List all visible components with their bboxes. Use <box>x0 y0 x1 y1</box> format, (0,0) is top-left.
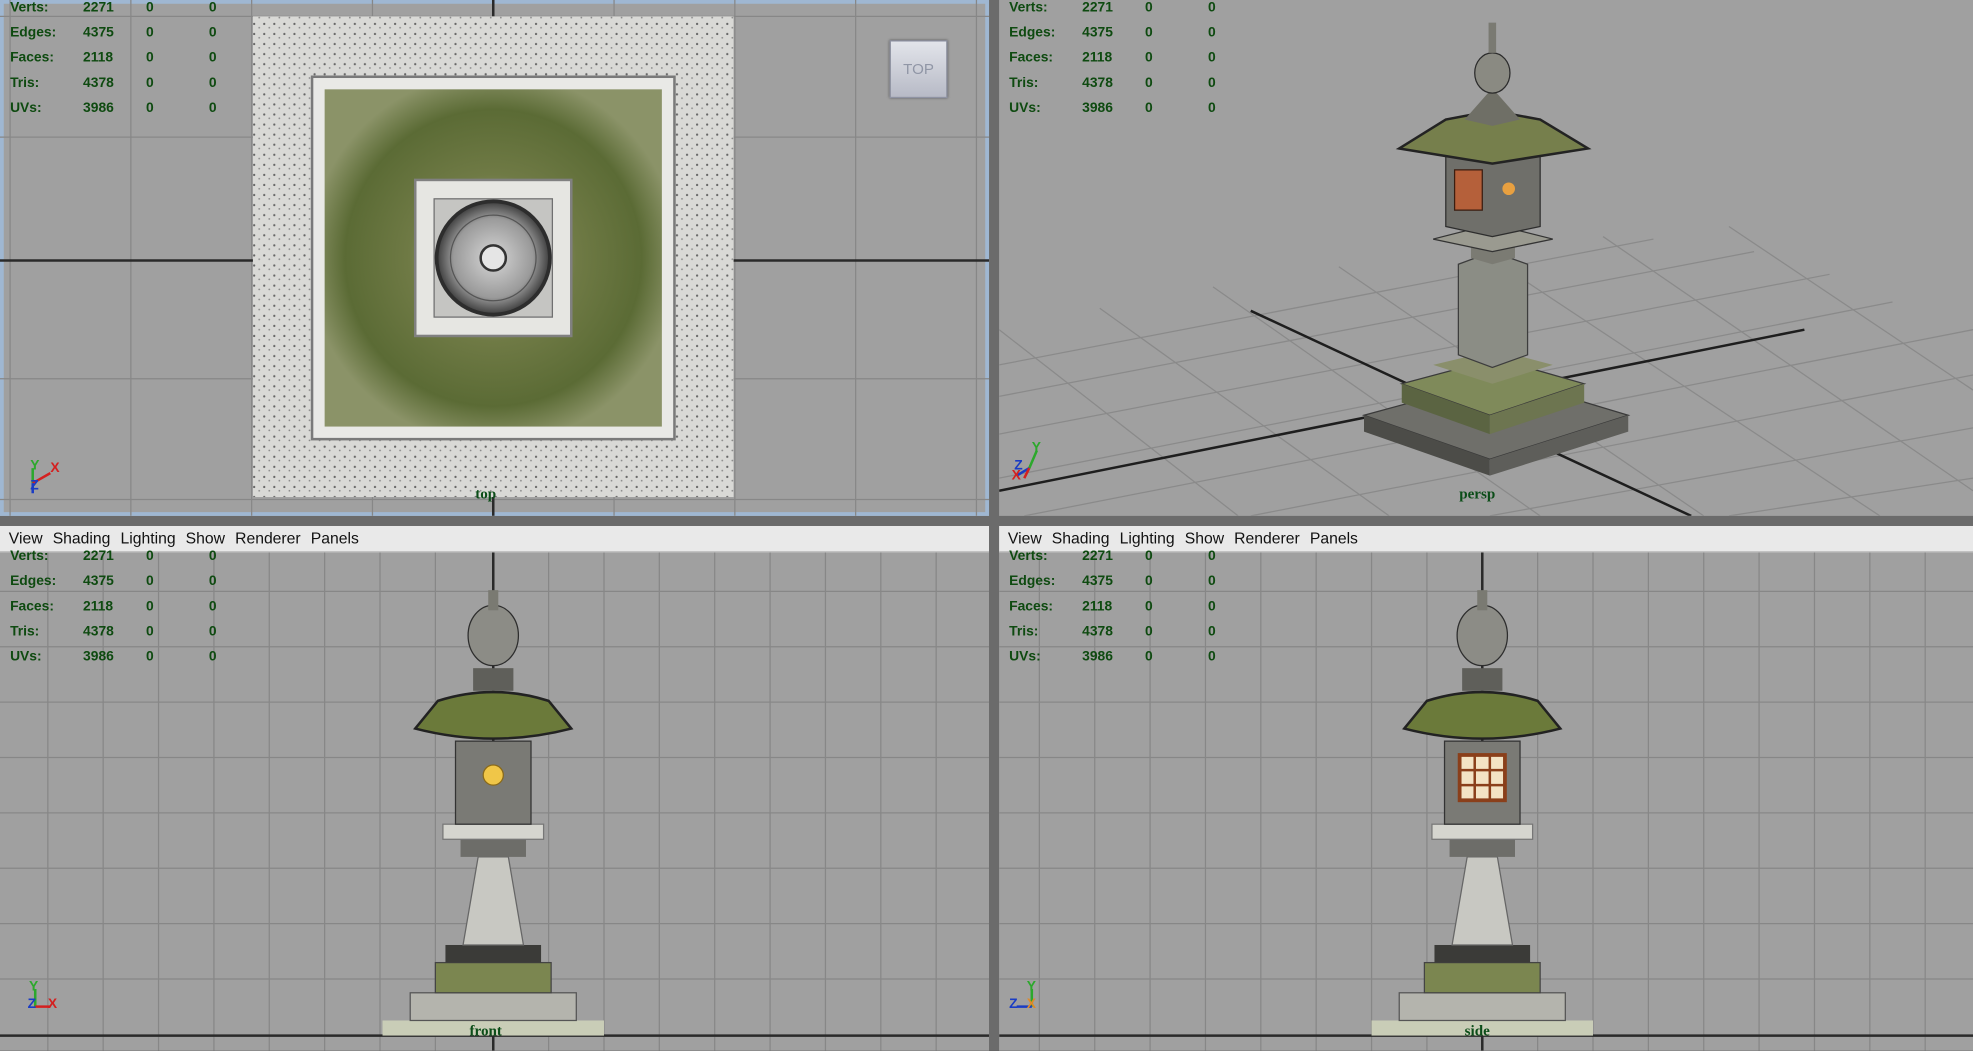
viewport-top[interactable]: Verts: 2271 0 0 Edges: 4375 0 0 Faces: 2118 0 0 T… <box>0 0 990 516</box>
menu-shading[interactable]: Shading <box>48 530 116 548</box>
viewport-side[interactable]: View Shading Lighting Show Renderer Pane… <box>999 525 1973 1051</box>
axis-y-label: Y <box>1031 440 1042 456</box>
axis-gizmo: Y Z X <box>1009 979 1059 1022</box>
viewport-front[interactable]: View Shading Lighting Show Renderer Pane… <box>0 525 990 1051</box>
menu-show[interactable]: Show <box>1180 530 1229 548</box>
viewport-persp[interactable]: Verts: 2271 0 0 Edges: 4375 0 0 Faces: 2118 0 0 T… <box>999 0 1973 516</box>
axis-x-label: X <box>50 460 60 476</box>
lantern-top-model <box>252 16 734 498</box>
axis-y-label: Y <box>1026 978 1037 995</box>
axis-x-label: X <box>47 996 58 1012</box>
menu-show[interactable]: Show <box>181 530 230 548</box>
axis-y-label: Y <box>30 458 40 474</box>
view-cube[interactable]: TOP <box>889 40 948 99</box>
axis-z-label: Z <box>1009 996 1018 1012</box>
axis-x-label: X <box>1011 468 1021 484</box>
axis-gizmo: Y X Z <box>23 456 73 499</box>
axis-y-label: Y <box>28 978 39 995</box>
camera-name-label: front <box>469 1021 502 1040</box>
menu-view[interactable]: View <box>1003 530 1047 548</box>
menu-panels[interactable]: Panels <box>1305 530 1363 548</box>
menu-view[interactable]: View <box>4 530 48 548</box>
menu-lighting[interactable]: Lighting <box>115 530 180 548</box>
axis-z-label: Z <box>27 996 37 1012</box>
axis-gizmo: Y Z X <box>23 979 73 1022</box>
menu-renderer[interactable]: Renderer <box>230 530 306 548</box>
menu-renderer[interactable]: Renderer <box>1229 530 1305 548</box>
menu-shading[interactable]: Shading <box>1047 530 1115 548</box>
camera-name-label: persp <box>1459 484 1496 503</box>
menu-panels[interactable]: Panels <box>306 530 364 548</box>
axis-gizmo: Y Z X <box>1012 440 1062 483</box>
camera-name-label: side <box>1464 1021 1490 1040</box>
menu-lighting[interactable]: Lighting <box>1115 530 1180 548</box>
lantern-persp-model <box>1361 22 1631 476</box>
axis-x-label: X <box>1026 996 1037 1012</box>
maya-viewport-layout: Verts: 2271 0 0 Edges: 4375 0 0 Faces: 2118 0 0 T… <box>0 0 1973 1051</box>
axis-z-label: Z <box>30 478 39 494</box>
camera-name-label: top <box>475 484 497 503</box>
